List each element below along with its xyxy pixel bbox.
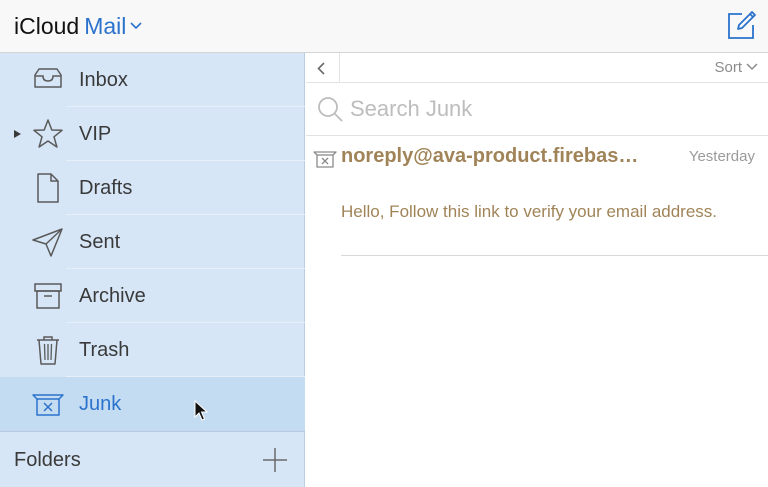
sort-button[interactable]: Sort [714,53,758,83]
sidebar-item-label: Junk [79,393,122,415]
paper-plane-icon [32,228,63,257]
sidebar-item-label: Inbox [79,69,128,91]
message-date: Yesterday [688,148,755,165]
sidebar-item-junk[interactable]: Junk [0,377,305,431]
app-title[interactable]: iCloud Mail [14,12,142,40]
sidebar-item-label: Drafts [79,177,133,199]
sort-label: Sort [714,59,742,76]
search-icon [318,97,343,122]
sidebar-item-archive[interactable]: Archive [0,269,305,323]
folders-label: Folders [14,449,81,471]
sidebar-item-sent[interactable]: Sent [0,215,305,269]
message-preview: Hello, Follow this link to verify your e… [341,202,718,221]
sidebar-item-vip[interactable]: VIP [0,107,305,161]
document-icon [37,173,59,203]
sidebar-item-label: VIP [79,123,112,145]
sidebar-item-label: Trash [79,339,130,361]
star-icon [33,119,63,148]
junk-icon [313,151,337,168]
app-header: iCloud Mail [0,0,768,53]
sidebar-item-drafts[interactable]: Drafts [0,161,305,215]
product-label: Mail [84,13,127,39]
junk-icon [32,394,64,416]
inbox-icon [34,68,62,88]
message-list-pane: Sort noreply@ava-product.firebaseap... Y… [306,53,768,487]
chevron-down-icon [746,63,758,71]
sidebar-item-label: Archive [79,285,146,307]
sidebar-item-trash[interactable]: Trash [0,323,305,377]
brand-label: iCloud [14,13,80,39]
search-bar [306,83,768,136]
sidebar-item-label: Sent [79,231,121,253]
folders-section: Folders [0,431,305,487]
mailbox-sidebar: Inbox VIP Drafts Sent Archive Trash Junk… [0,53,305,487]
add-folder-icon[interactable] [262,447,288,473]
list-toolbar: Sort [306,53,768,83]
mail-app: iCloud Mail Inbox VIP Drafts Sent Archiv… [0,0,768,487]
divider [341,255,768,256]
archive-box-icon [34,283,62,309]
chevron-left-icon [317,62,325,75]
chevron-down-icon [130,22,142,30]
trash-icon [37,336,59,365]
search-input[interactable] [350,93,750,125]
compose-icon [728,11,756,39]
disclosure-triangle-icon[interactable] [12,129,22,139]
message-sender: noreply@ava-product.firebaseap... [341,145,641,167]
message-list-item[interactable]: noreply@ava-product.firebaseap... Yester… [306,136,768,256]
back-button[interactable] [306,53,340,83]
sidebar-item-inbox[interactable]: Inbox [0,53,305,107]
compose-button[interactable] [724,8,758,42]
mouse-cursor-icon [194,400,208,421]
